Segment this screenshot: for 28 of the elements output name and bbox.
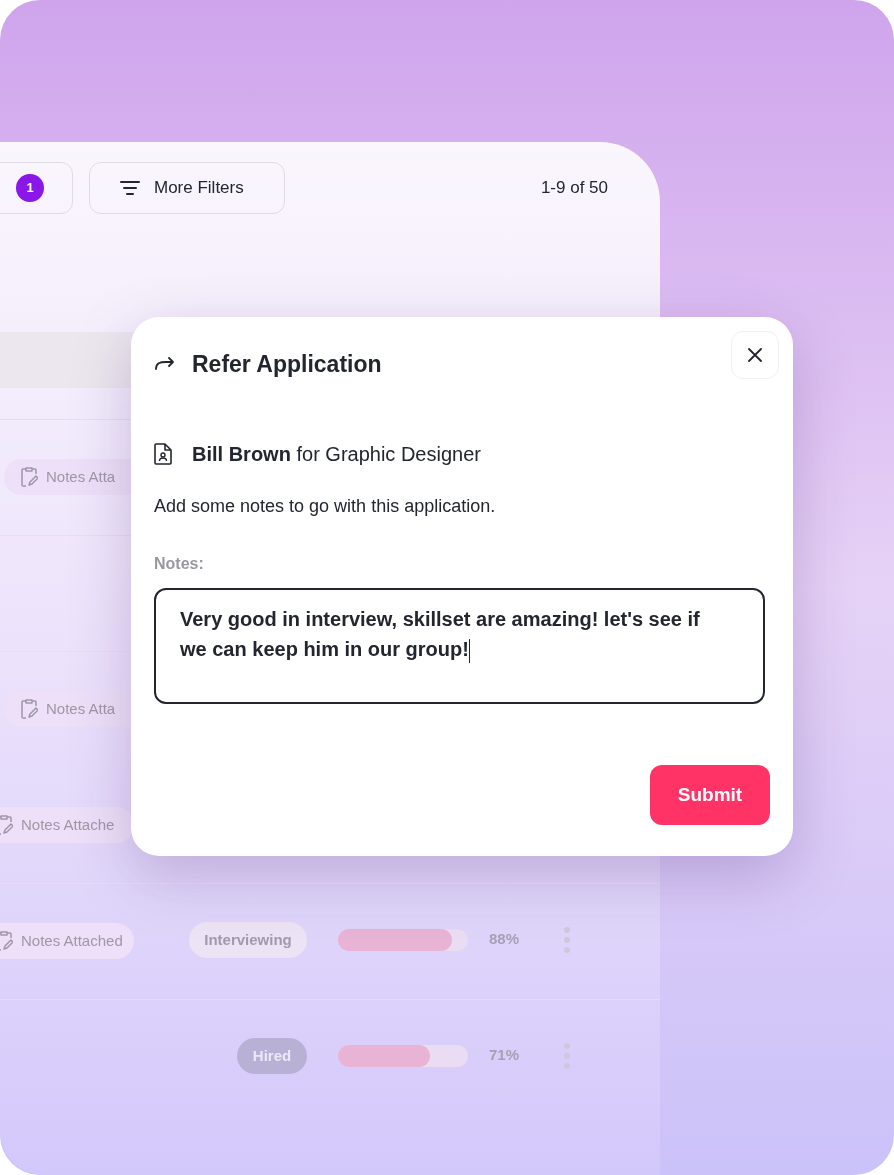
count-badge: 1 — [16, 174, 44, 202]
clipboard-edit-icon — [0, 931, 13, 951]
notes-chip: Notes Attache — [0, 807, 134, 843]
filter-icon — [120, 180, 140, 196]
notes-label: Notes: — [154, 554, 205, 574]
score-text: 71% — [489, 1045, 520, 1065]
submit-button[interactable]: Submit — [650, 765, 770, 825]
candidate-line: Bill Brown for Graphic Designer — [192, 442, 481, 467]
dialog-title: Refer Application — [192, 349, 382, 379]
close-icon — [748, 348, 762, 362]
notes-field[interactable]: Very good in interview, skillset are amazing! let's see if we can keep him in our group! — [154, 588, 765, 704]
more-options-icon[interactable] — [563, 1042, 571, 1070]
score-text: 88% — [489, 929, 520, 949]
filter-button[interactable]: 1 — [0, 162, 73, 214]
status-pill: Hired — [237, 1038, 307, 1074]
text-cursor — [468, 638, 471, 663]
status-pill: Interviewing — [189, 922, 307, 958]
clipboard-edit-icon — [20, 699, 38, 719]
dialog-description: Add some notes to go with this application. — [154, 495, 497, 518]
notes-chip: Notes Attached — [0, 923, 134, 959]
clipboard-edit-icon — [20, 467, 38, 487]
share-arrow-icon — [154, 357, 176, 371]
document-icon — [154, 443, 172, 465]
clipboard-edit-icon — [0, 815, 13, 835]
more-options-icon[interactable] — [563, 926, 571, 954]
pagination-range: 1-9 of 50 — [540, 177, 608, 200]
more-filters-button[interactable]: More Filters — [89, 162, 285, 214]
close-button[interactable] — [731, 331, 779, 379]
